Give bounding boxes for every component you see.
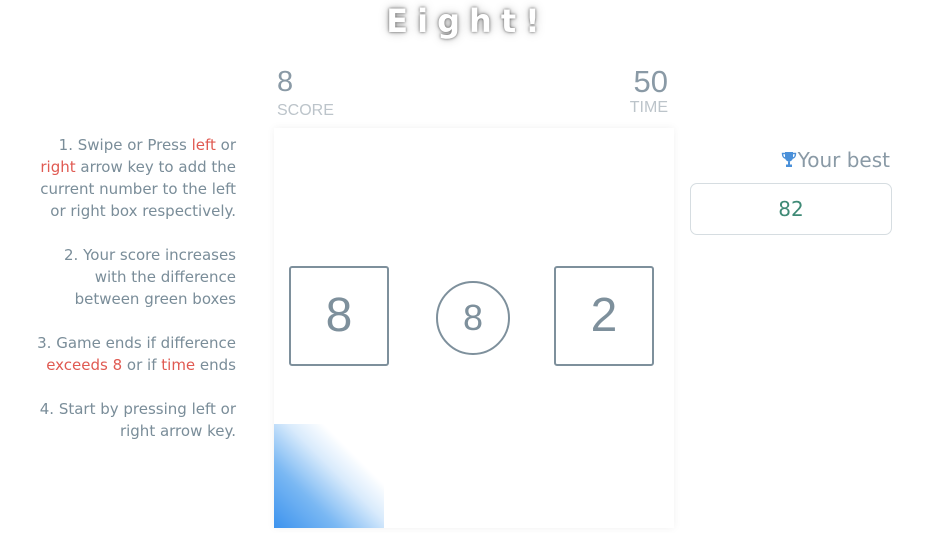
instruction-step-3: 3. Game ends if difference exceeds 8 or … — [30, 332, 236, 376]
game-root: Eight! 8 SCORE 50 TIME 1. Swipe or Press… — [0, 0, 935, 533]
instruction-step-1: 1. Swipe or Press left or right arrow ke… — [30, 134, 236, 222]
instruction-text: or if — [122, 356, 162, 374]
highlight-left: left — [191, 136, 216, 154]
time-value: 50 — [633, 64, 668, 99]
trophy-icon — [781, 149, 797, 173]
game-title: Eight! — [386, 2, 549, 40]
game-board[interactable]: 8 8 2 — [274, 128, 674, 528]
score-label: SCORE — [277, 102, 334, 119]
best-score-value: 82 — [690, 183, 892, 235]
current-number: 8 — [436, 281, 510, 355]
instruction-text: 3. Game ends if difference — [37, 334, 236, 352]
corner-gradient — [274, 424, 384, 528]
instruction-step-4: 4. Start by pressing left or right arrow… — [39, 400, 236, 440]
highlight-right: right — [40, 158, 76, 176]
time-label: TIME — [629, 99, 668, 116]
instruction-text: or — [215, 136, 236, 154]
right-box[interactable]: 2 — [554, 266, 654, 366]
instructions: 1. Swipe or Press left or right arrow ke… — [30, 134, 236, 464]
left-box[interactable]: 8 — [289, 266, 389, 366]
highlight-time: time — [161, 356, 196, 374]
instruction-step-2: 2. Your score increases with the differe… — [64, 246, 236, 308]
best-label-text: Your best — [797, 148, 890, 172]
highlight-exceeds: exceeds 8 — [46, 356, 123, 374]
score-value: 8 — [277, 66, 294, 98]
best-score-label: Your best — [690, 148, 890, 173]
instruction-text: ends — [195, 356, 236, 374]
instruction-text: 1. Swipe or Press — [58, 136, 192, 154]
